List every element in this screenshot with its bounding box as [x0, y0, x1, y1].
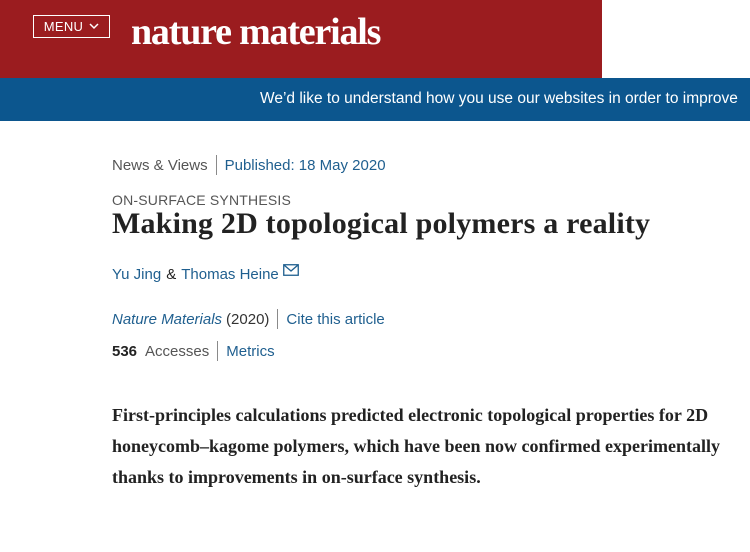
author-link[interactable]: Yu Jing [112, 266, 161, 283]
site-logo[interactable]: nature materials [131, 10, 381, 54]
divider [277, 309, 279, 329]
author-list: Yu Jing & Thomas Heine [112, 263, 299, 283]
article-abstract: First-principles calculations predicted … [112, 405, 720, 487]
journal-line: Nature Materials (2020) Cite this articl… [112, 309, 385, 329]
author-separator: & [166, 266, 177, 283]
access-stats: 536 Accesses Metrics [112, 341, 275, 361]
article-type[interactable]: News & Views [112, 157, 208, 174]
menu-button[interactable]: MENU [33, 15, 110, 38]
site-header: MENU nature materials [0, 0, 602, 78]
mail-icon[interactable] [282, 263, 299, 280]
author-link[interactable]: Thomas Heine [181, 266, 279, 283]
divider [215, 155, 217, 175]
metrics-link[interactable]: Metrics [226, 343, 274, 360]
article-subject[interactable]: ON-SURFACE SYNTHESIS [112, 192, 291, 208]
journal-year: (2020) [226, 310, 270, 328]
cookie-banner-text: We’d like to understand how you use our … [260, 90, 738, 107]
article-title: Making 2D topological polymers a reality [112, 207, 651, 240]
divider [217, 341, 219, 361]
accesses-label: Accesses [145, 342, 210, 360]
chevron-down-icon [89, 23, 99, 30]
cookie-banner: We’d like to understand how you use our … [0, 78, 750, 121]
accesses-count: 536 [112, 342, 138, 360]
cite-article-link[interactable]: Cite this article [286, 311, 384, 328]
header-right-area [602, 0, 750, 78]
article-meta: News & Views Published: 18 May 2020 [112, 155, 386, 175]
journal-name[interactable]: Nature Materials [112, 311, 222, 328]
menu-label: MENU [43, 19, 84, 34]
published-date: Published: 18 May 2020 [224, 156, 386, 174]
